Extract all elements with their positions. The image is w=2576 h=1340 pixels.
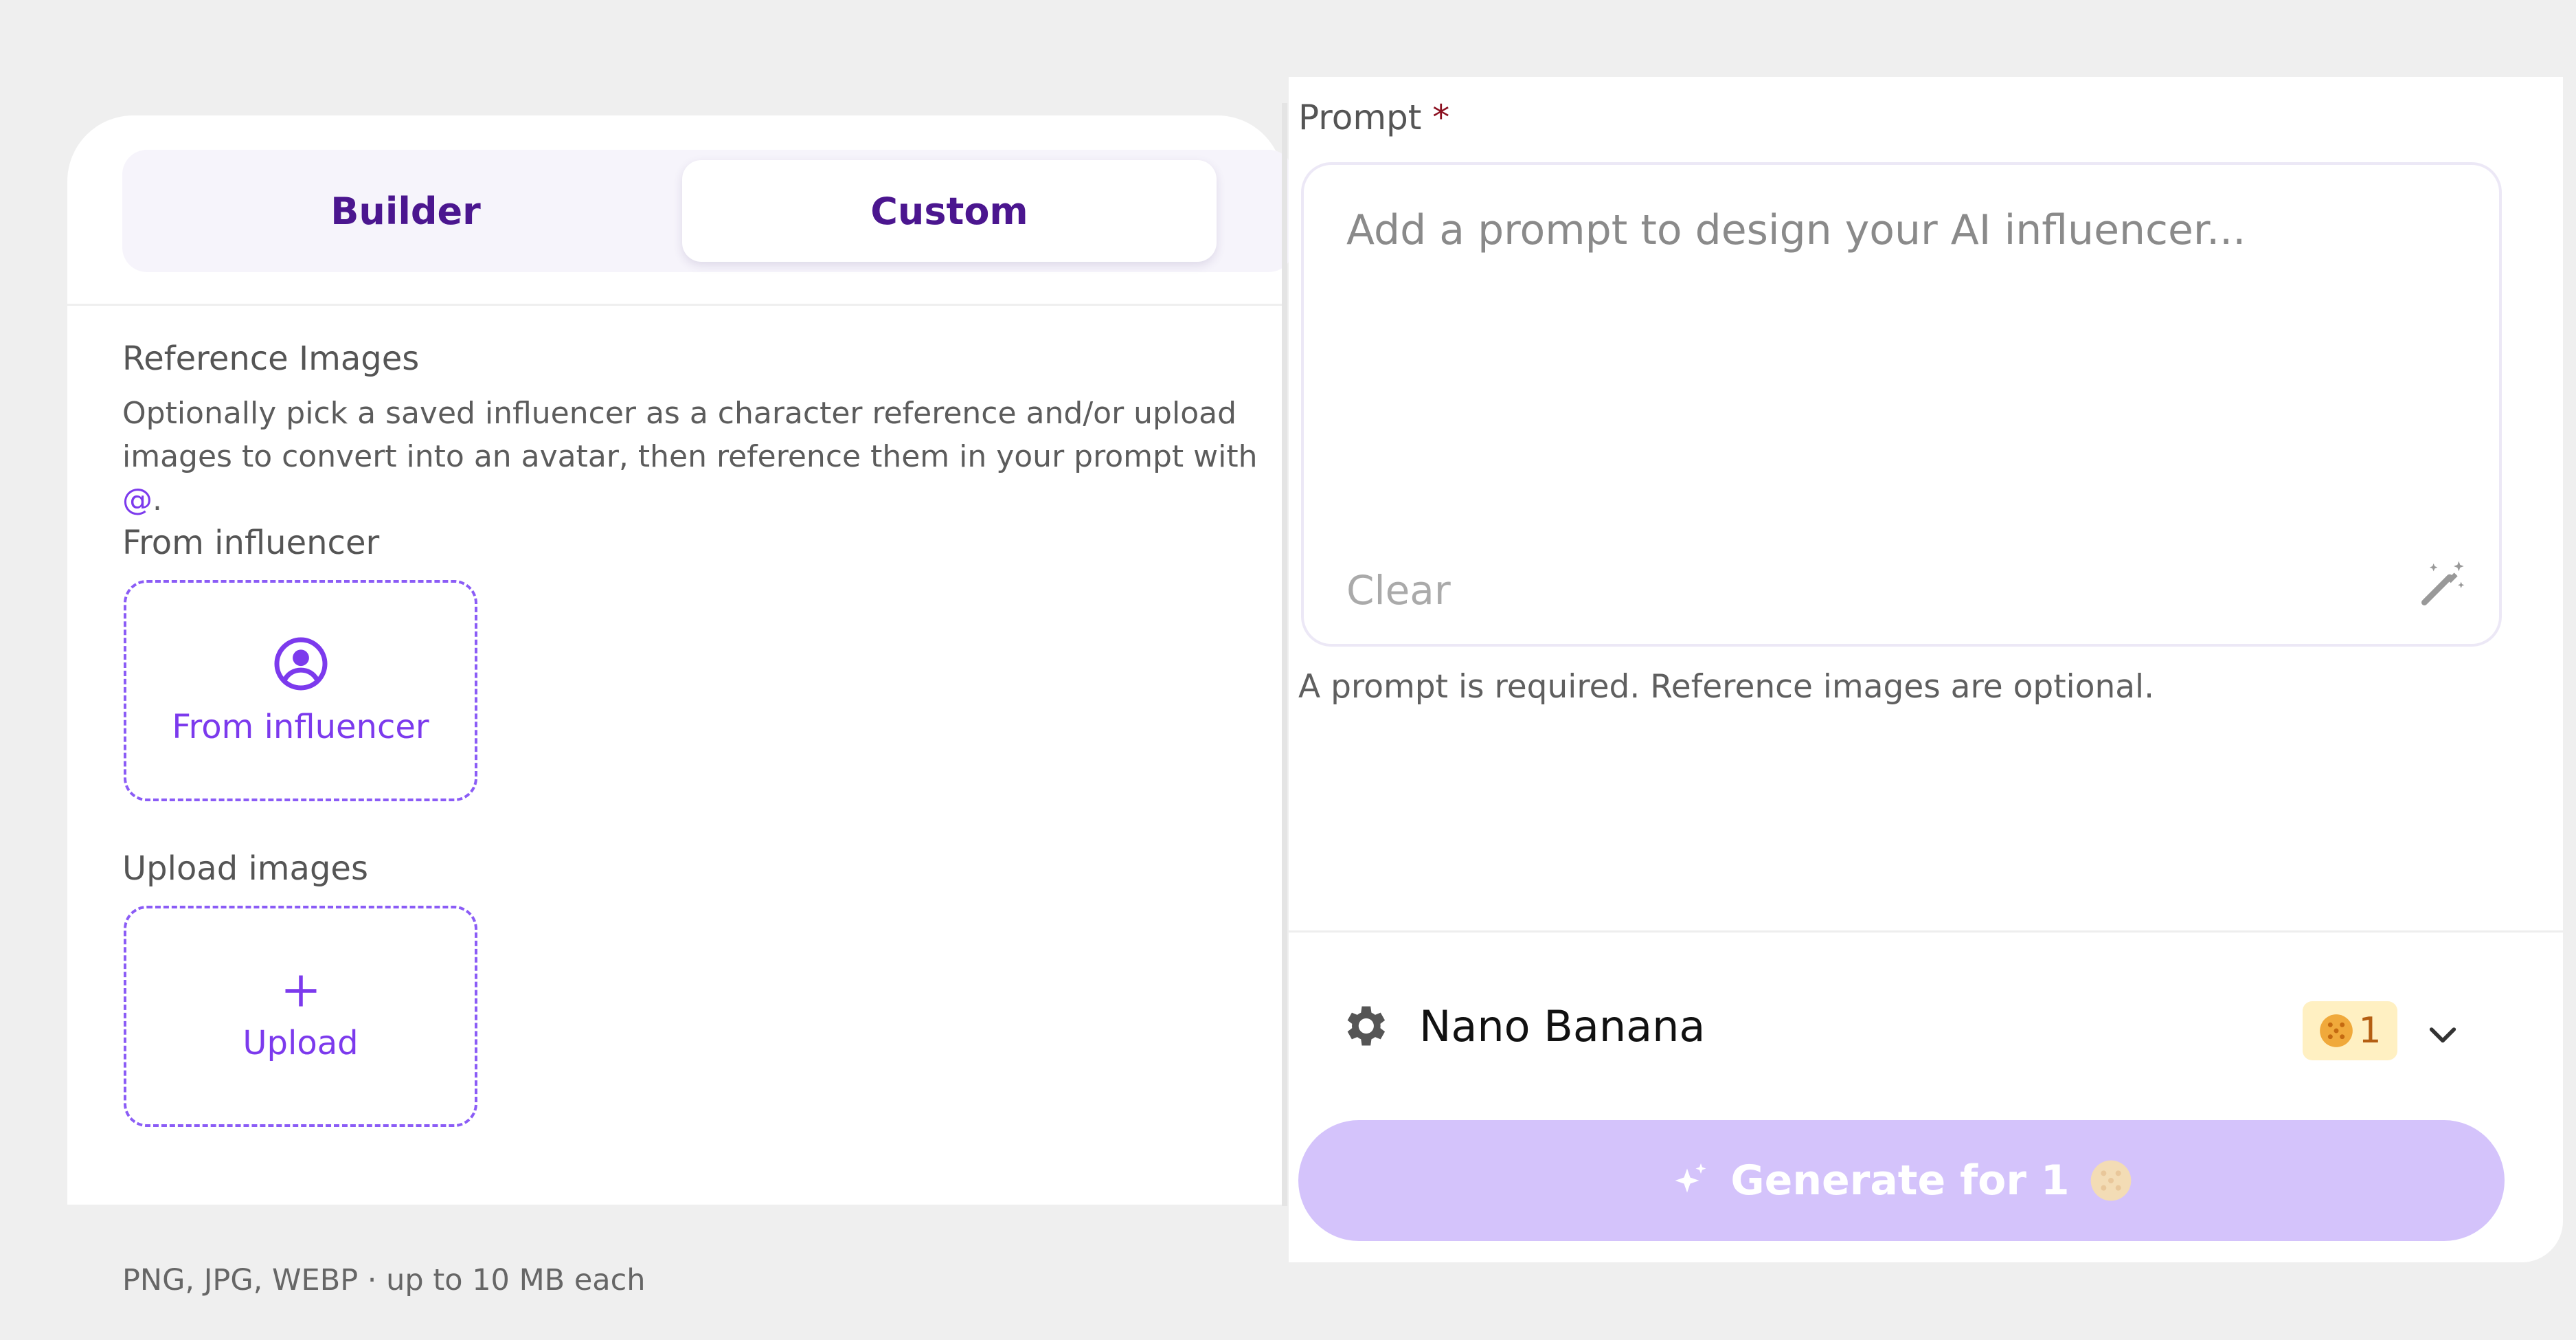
- tab-builder[interactable]: Builder: [133, 160, 679, 262]
- user-circle-icon: [274, 637, 327, 691]
- reference-images-title: Reference Images: [122, 339, 420, 378]
- divider: [67, 304, 1283, 306]
- prompt-input[interactable]: Add a prompt to design your AI influence…: [1301, 162, 2502, 647]
- upload-button[interactable]: Upload: [124, 906, 477, 1127]
- sparkle-icon: [1675, 1163, 1706, 1193]
- chevron-down-icon[interactable]: [2424, 1015, 2462, 1053]
- upload-images-label: Upload images: [122, 849, 368, 888]
- magic-wand-icon[interactable]: [2415, 557, 2470, 612]
- gear-icon[interactable]: [1338, 1000, 1390, 1052]
- coin-icon: [2090, 1160, 2131, 1201]
- cost-badge: 1: [2303, 1001, 2397, 1060]
- divider: [1289, 930, 2563, 933]
- coin-icon: [2320, 1014, 2353, 1047]
- panel-divider: [1282, 103, 1287, 1206]
- upload-button-label: Upload: [242, 1024, 359, 1062]
- upload-hint: PNG, JPG, WEBP · up to 10 MB each: [122, 1263, 646, 1297]
- cost-value: 1: [2358, 1010, 2382, 1051]
- generate-button[interactable]: Generate for 1: [1298, 1120, 2505, 1241]
- prompt-placeholder: Add a prompt to design your AI influence…: [1346, 206, 2246, 254]
- required-marker: *: [1432, 98, 1450, 137]
- clear-button[interactable]: Clear: [1346, 567, 1451, 614]
- mention-symbol: @: [122, 482, 152, 517]
- prompt-required-note: A prompt is required. Reference images a…: [1298, 668, 2155, 706]
- from-influencer-label: From influencer: [122, 524, 380, 562]
- prompt-panel: Prompt * Add a prompt to design your AI …: [1289, 77, 2563, 1262]
- reference-panel: Builder Custom Reference Images Optional…: [67, 115, 1293, 1297]
- model-name[interactable]: Nano Banana: [1419, 1001, 1705, 1051]
- generate-label: Generate for 1: [1730, 1157, 2070, 1205]
- mode-tabs: Builder Custom: [122, 150, 1293, 272]
- from-influencer-button[interactable]: From influencer: [124, 580, 477, 801]
- tab-custom[interactable]: Custom: [682, 160, 1217, 262]
- from-influencer-button-label: From influencer: [172, 708, 429, 746]
- plus-icon: [285, 975, 316, 1007]
- reference-images-description: Optionally pick a saved influencer as a …: [122, 396, 1258, 517]
- panel-edge: [2563, 77, 2576, 1262]
- prompt-label: Prompt *: [1298, 98, 1450, 137]
